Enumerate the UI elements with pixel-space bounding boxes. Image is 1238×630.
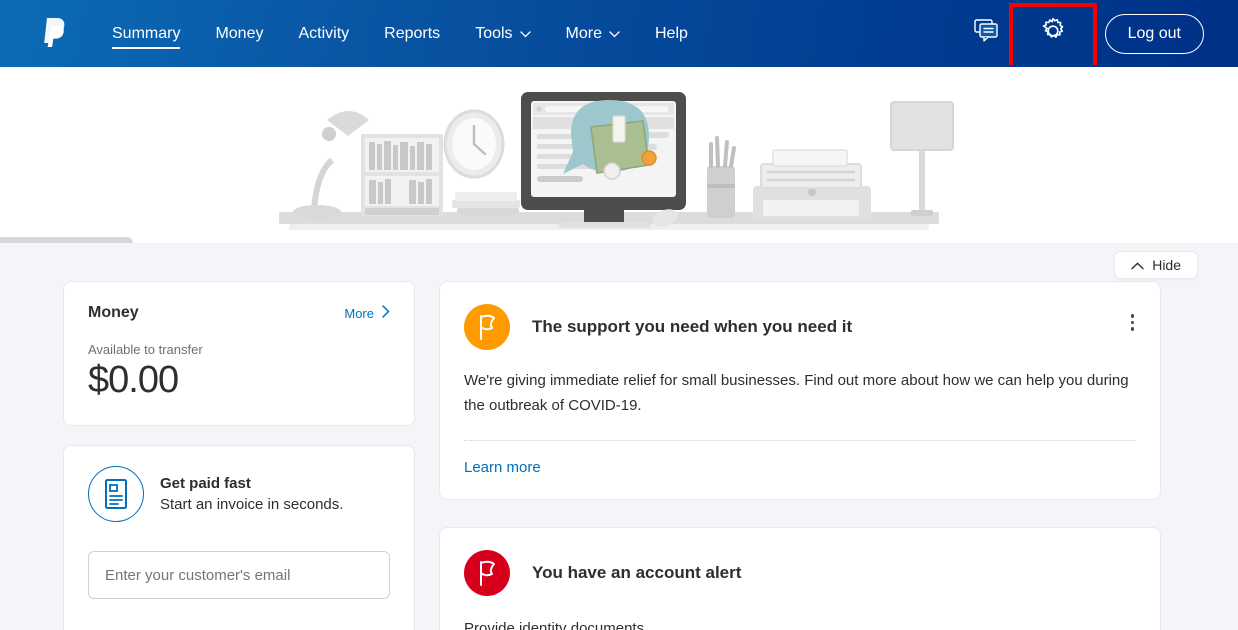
alert-card-title: You have an account alert: [532, 563, 742, 582]
nav-item-reports[interactable]: Reports: [384, 0, 440, 67]
get-paid-title: Get paid fast: [160, 475, 251, 492]
settings-button[interactable]: [1008, 2, 1097, 65]
chevron-right-icon: [382, 305, 390, 321]
invoice-document-icon: [88, 466, 144, 522]
support-promo-card: The support you need when you need it We…: [439, 281, 1161, 500]
chevron-down-icon: [609, 25, 620, 43]
customer-email-input[interactable]: [88, 551, 390, 599]
hide-bar: Hide: [0, 243, 1238, 281]
gear-icon: [1039, 17, 1067, 50]
get-paid-fast-card: Get paid fast Start an invoice in second…: [63, 445, 415, 630]
messages-icon: [973, 19, 1000, 48]
money-card: Money More Available to transfer $0.00: [63, 281, 415, 426]
support-card-body: We're giving immediate relief for small …: [464, 372, 1129, 414]
support-card-header: The support you need when you need it: [464, 304, 1136, 350]
nav-label: Summary: [112, 24, 181, 42]
card-divider: [464, 440, 1136, 441]
nav-item-summary[interactable]: Summary: [112, 0, 181, 67]
learn-more-link[interactable]: Learn more: [464, 459, 541, 476]
main-nav: Summary Money Activity Reports Tools Mor…: [112, 0, 723, 67]
screenshot-tooltip: ke graphical screenshot: [0, 237, 134, 243]
hide-label: Hide: [1152, 257, 1181, 273]
nav-item-help[interactable]: Help: [655, 0, 688, 67]
kebab-menu-icon[interactable]: [1127, 310, 1139, 335]
get-paid-header: Get paid fast Start an invoice in second…: [88, 466, 390, 522]
nav-label: Money: [215, 24, 264, 42]
nav-label: Activity: [298, 24, 350, 42]
hero-illustration-banner: ke graphical screenshot: [0, 67, 1238, 243]
balance-amount: $0.00: [88, 359, 179, 401]
chevron-down-icon: [519, 25, 531, 43]
nav-label: More: [565, 24, 602, 42]
get-paid-text: Get paid fast Start an invoice in second…: [160, 475, 343, 513]
messages-button[interactable]: [965, 12, 1009, 56]
chevron-up-icon: [1131, 257, 1144, 273]
available-to-transfer-label: Available to transfer: [88, 342, 203, 357]
nav-label: Help: [655, 24, 688, 42]
flag-icon: [464, 304, 510, 350]
logout-button[interactable]: Log out: [1104, 13, 1204, 54]
top-navigation-bar: Summary Money Activity Reports Tools Mor…: [0, 0, 1238, 67]
money-card-title: Money: [88, 304, 139, 321]
nav-item-activity[interactable]: Activity: [298, 0, 349, 67]
money-more-label: More: [344, 305, 374, 321]
support-card-title: The support you need when you need it: [532, 317, 853, 336]
paypal-logo[interactable]: [42, 17, 68, 50]
money-more-link[interactable]: More: [344, 305, 390, 321]
nav-label: Tools: [475, 24, 513, 42]
account-alert-card: You have an account alert Provide identi…: [439, 527, 1161, 630]
nav-label: Reports: [384, 24, 441, 42]
left-column: Money More Available to transfer $0.00 G…: [63, 281, 415, 630]
hide-banner-button[interactable]: Hide: [1114, 251, 1198, 279]
right-column: The support you need when you need it We…: [439, 281, 1161, 630]
desk-workspace-illustration: [279, 92, 954, 230]
active-nav-underline: [112, 47, 181, 49]
alert-subtitle: Provide identity documents: [464, 620, 645, 630]
money-card-header: Money More: [88, 304, 390, 322]
nav-item-money[interactable]: Money: [215, 0, 263, 67]
nav-item-more[interactable]: More: [566, 0, 620, 67]
nav-item-tools[interactable]: Tools: [475, 0, 531, 67]
dashboard-content: Money More Available to transfer $0.00 G…: [0, 281, 1238, 630]
get-paid-subtitle: Start an invoice in seconds.: [160, 496, 344, 513]
flag-icon: [464, 550, 510, 596]
alert-card-header: You have an account alert: [464, 550, 1136, 596]
header-actions: Log out: [965, 2, 1204, 65]
